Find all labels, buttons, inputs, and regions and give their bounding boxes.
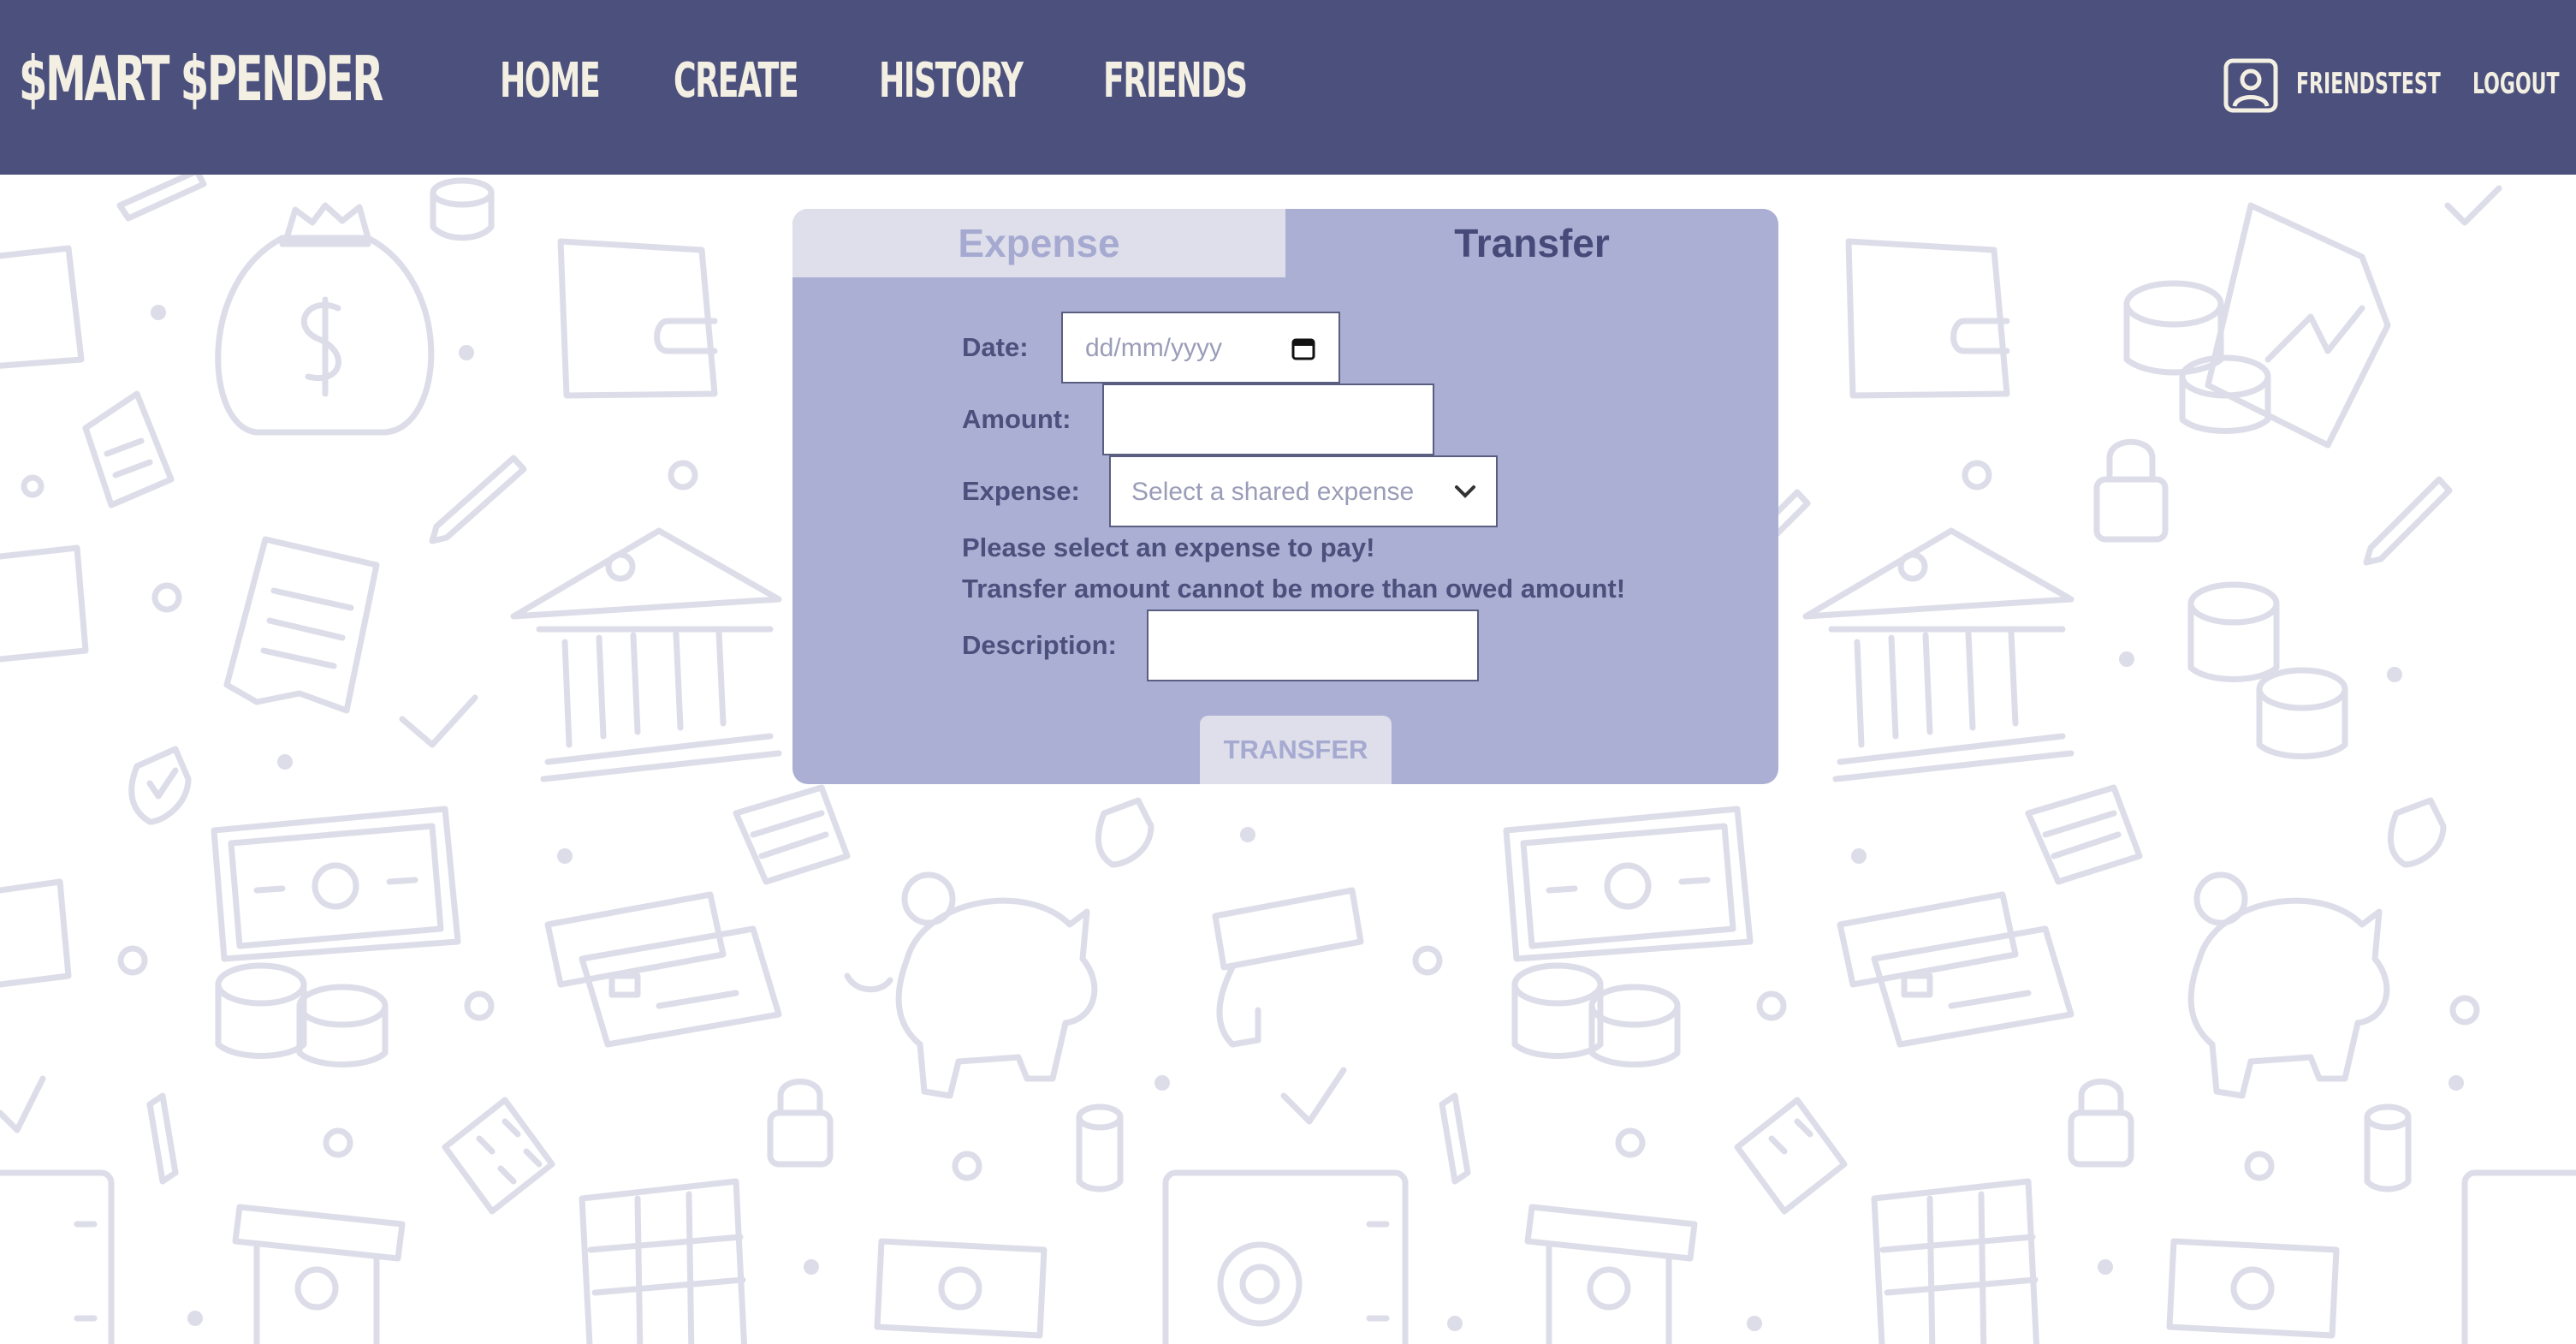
date-input[interactable]: dd/mm/yyyy xyxy=(1061,312,1340,384)
transaction-card: Expense Transfer Date: dd/mm/yyyy Amount… xyxy=(792,209,1778,784)
calendar-icon[interactable] xyxy=(1291,336,1316,361)
nav-create[interactable]: CREATE xyxy=(674,53,799,109)
spreadsheet-icon xyxy=(579,1178,2040,1344)
logout-link[interactable]: LOGOUT xyxy=(2472,67,2560,101)
credit-card-icon xyxy=(544,887,2074,1048)
tab-expense[interactable]: Expense xyxy=(792,209,1285,277)
chevron-down-icon xyxy=(1455,485,1475,498)
date-placeholder: dd/mm/yyyy xyxy=(1085,334,1223,362)
error-message-expense: Please select an expense to pay! xyxy=(962,532,1375,562)
description-label: Description: xyxy=(962,630,1117,660)
nav-home[interactable]: HOME xyxy=(500,53,601,109)
expense-label: Expense: xyxy=(962,476,1080,506)
top-nav-bar: $MART $PENDER HOME CREATE HISTORY FRIEND… xyxy=(0,0,2576,175)
atm-icon xyxy=(232,1204,1698,1344)
money-bag-icon xyxy=(215,202,435,436)
amount-input[interactable] xyxy=(1102,384,1434,455)
amount-label: Amount: xyxy=(962,404,1071,434)
nav-history[interactable]: HISTORY xyxy=(879,53,1024,109)
brand-logo[interactable]: $MART $PENDER xyxy=(19,43,383,115)
expense-select-placeholder: Select a shared expense xyxy=(1131,478,1415,506)
description-input[interactable] xyxy=(1147,610,1479,681)
nav-friends[interactable]: FRIENDS xyxy=(1103,53,1248,109)
tab-transfer[interactable]: Transfer xyxy=(1285,209,1778,277)
user-icon[interactable] xyxy=(2223,58,2278,113)
username-label[interactable]: FRIENDSTEST xyxy=(2296,67,2441,101)
expense-select[interactable]: Select a shared expense xyxy=(1109,455,1498,527)
date-label: Date: xyxy=(962,332,1029,362)
error-message-amount: Transfer amount cannot be more than owed… xyxy=(962,574,1626,604)
transfer-button[interactable]: TRANSFER xyxy=(1200,716,1392,784)
